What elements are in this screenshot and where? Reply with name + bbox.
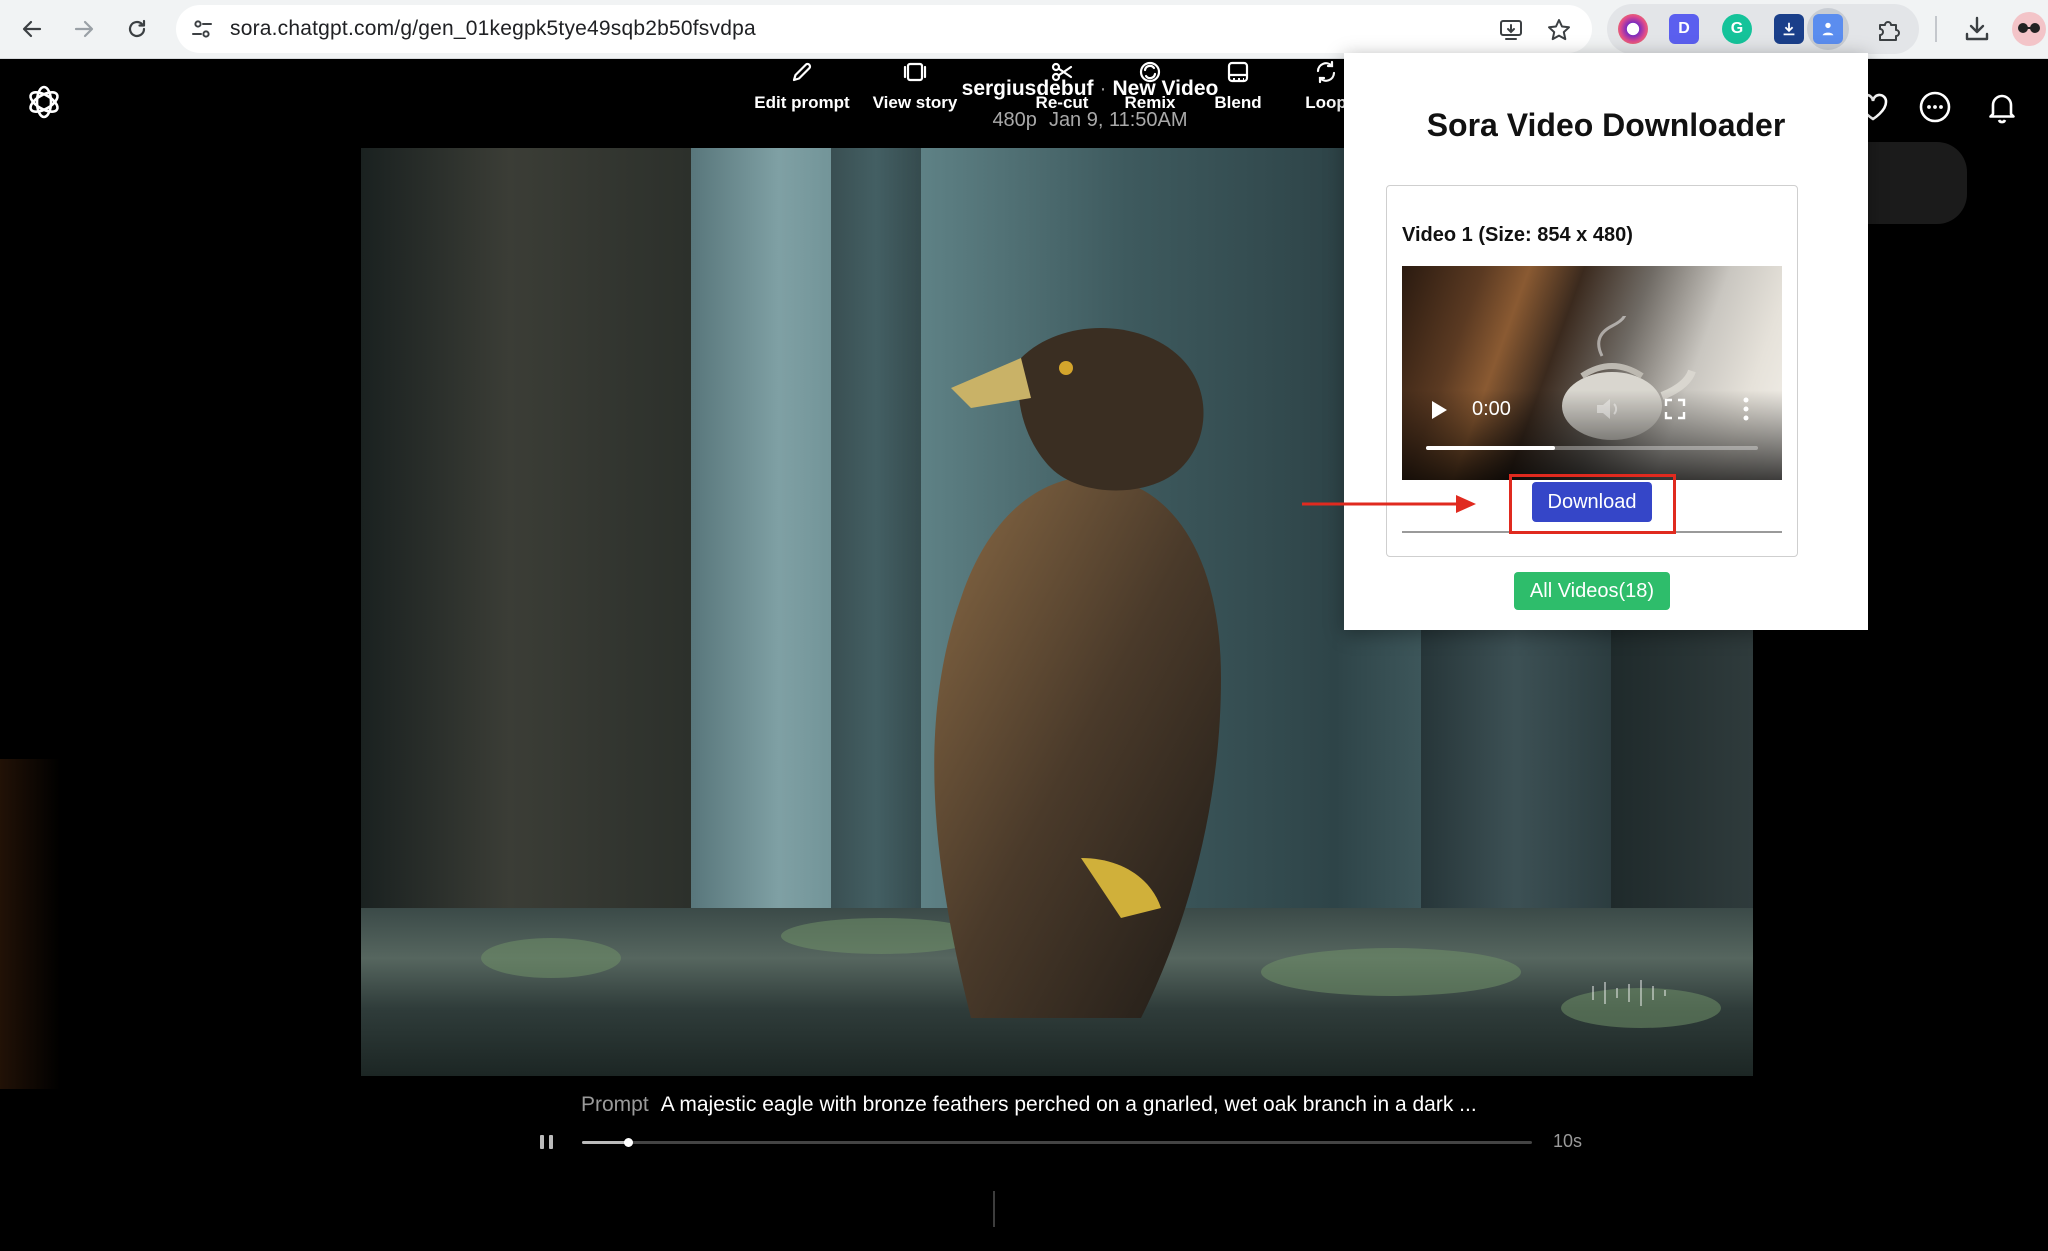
arrow-right-icon xyxy=(74,20,94,38)
download-arrow-icon xyxy=(1783,22,1795,36)
d-icon-letter: D xyxy=(1678,20,1690,37)
popup-title: Sora Video Downloader xyxy=(1426,107,1786,143)
play-icon[interactable] xyxy=(1430,400,1448,420)
person-download-icon xyxy=(1822,22,1834,36)
downloader-icon[interactable] xyxy=(1774,14,1804,44)
bell-icon[interactable] xyxy=(1984,89,2020,125)
avatar-glasses-icon xyxy=(2018,23,2040,33)
remix-button[interactable]: Remix xyxy=(1112,59,1188,113)
side-panel-button[interactable] xyxy=(1865,142,1967,224)
remix-icon xyxy=(1139,61,1161,83)
reload-icon xyxy=(128,19,146,38)
story-icon xyxy=(903,62,927,82)
pause-icon[interactable] xyxy=(536,1130,558,1154)
sora-downloader-popup: Sora Video Downloader Video 1 (Size: 854… xyxy=(1344,53,1868,630)
sora-downloader-icon[interactable] xyxy=(1813,14,1843,44)
player-menu-icon[interactable] xyxy=(1742,396,1750,422)
toolbar-divider xyxy=(1935,16,1937,42)
blend-label: Blend xyxy=(1214,93,1262,112)
blend-icon xyxy=(1227,61,1249,83)
bookmark-star-icon[interactable] xyxy=(1546,17,1572,43)
d-icon[interactable]: D xyxy=(1669,14,1699,44)
playback-scrubber[interactable] xyxy=(623,1138,633,1147)
re-cut-label: Re-cut xyxy=(1035,93,1089,112)
remix-label: Remix xyxy=(1124,93,1176,112)
extensions-area: D G xyxy=(1607,4,1919,54)
arrow-left-icon xyxy=(22,20,42,38)
player-progress xyxy=(1426,446,1556,450)
address-bar[interactable]: sora.chatgpt.com/g/gen_01kegpk5tye49sqb2… xyxy=(176,5,1592,53)
player-timeline[interactable] xyxy=(1426,446,1758,450)
player-controls-gradient xyxy=(1402,390,1782,480)
puzzle-icon[interactable] xyxy=(1874,16,1902,44)
grammarly-icon-letter: G xyxy=(1730,20,1744,37)
loop-icon xyxy=(1316,60,1336,84)
view-story-button[interactable]: View story xyxy=(865,59,965,113)
playback-progress xyxy=(582,1141,628,1144)
edit-prompt-button[interactable]: Edit prompt xyxy=(752,59,852,113)
pencil-icon xyxy=(792,62,812,82)
player-time: 0:00 xyxy=(1472,398,1511,420)
openai-logo-icon[interactable] xyxy=(24,82,64,122)
duration-label: 10s xyxy=(1553,1131,1583,1151)
forward-button[interactable] xyxy=(65,10,103,48)
video-size-label: Video 1 (Size: 854 x 480) xyxy=(1402,224,1633,246)
site-settings-icon[interactable] xyxy=(190,17,214,41)
eagle-illustration xyxy=(934,328,1221,1018)
downloads-icon[interactable] xyxy=(1962,14,1992,44)
background-glow xyxy=(0,759,60,1089)
scissors-icon xyxy=(1051,62,1073,82)
more-options-icon[interactable] xyxy=(1917,89,1953,125)
view-story-label: View story xyxy=(872,93,958,112)
prompt-text[interactable]: A majestic eagle with bronze feathers pe… xyxy=(661,1093,1477,1116)
video-preview-player[interactable]: 0:00 xyxy=(1402,266,1782,480)
all-videos-button[interactable]: All Videos(18) xyxy=(1514,572,1670,610)
edit-prompt-label: Edit prompt xyxy=(754,93,850,112)
profile-avatar[interactable] xyxy=(2012,12,2046,46)
download-highlight-box xyxy=(1509,474,1676,534)
prompt-label: Prompt xyxy=(581,1093,649,1116)
install-app-icon[interactable] xyxy=(1498,17,1524,43)
re-cut-button[interactable]: Re-cut xyxy=(1022,59,1102,113)
browser-toolbar: sora.chatgpt.com/g/gen_01kegpk5tye49sqb2… xyxy=(0,0,2048,59)
fullscreen-icon[interactable] xyxy=(1664,398,1686,420)
sora-watermark-icon xyxy=(1592,980,1666,1006)
back-button[interactable] xyxy=(13,10,51,48)
prompt-line[interactable]: Prompt A majestic eagle with bronze feath… xyxy=(581,1093,1477,1117)
red-arrow-annotation xyxy=(1302,495,1476,513)
blend-button[interactable]: Blend xyxy=(1200,59,1276,113)
toolbar-separator xyxy=(993,1191,995,1227)
playback-timeline[interactable] xyxy=(582,1138,1532,1147)
reload-button[interactable] xyxy=(118,10,156,48)
chrome-icon[interactable] xyxy=(1618,14,1648,44)
moss-patch xyxy=(481,938,621,978)
grammarly-icon[interactable]: G xyxy=(1722,14,1752,44)
url-text[interactable]: sora.chatgpt.com/g/gen_01kegpk5tye49sqb2… xyxy=(230,17,756,41)
volume-icon[interactable] xyxy=(1594,396,1622,422)
